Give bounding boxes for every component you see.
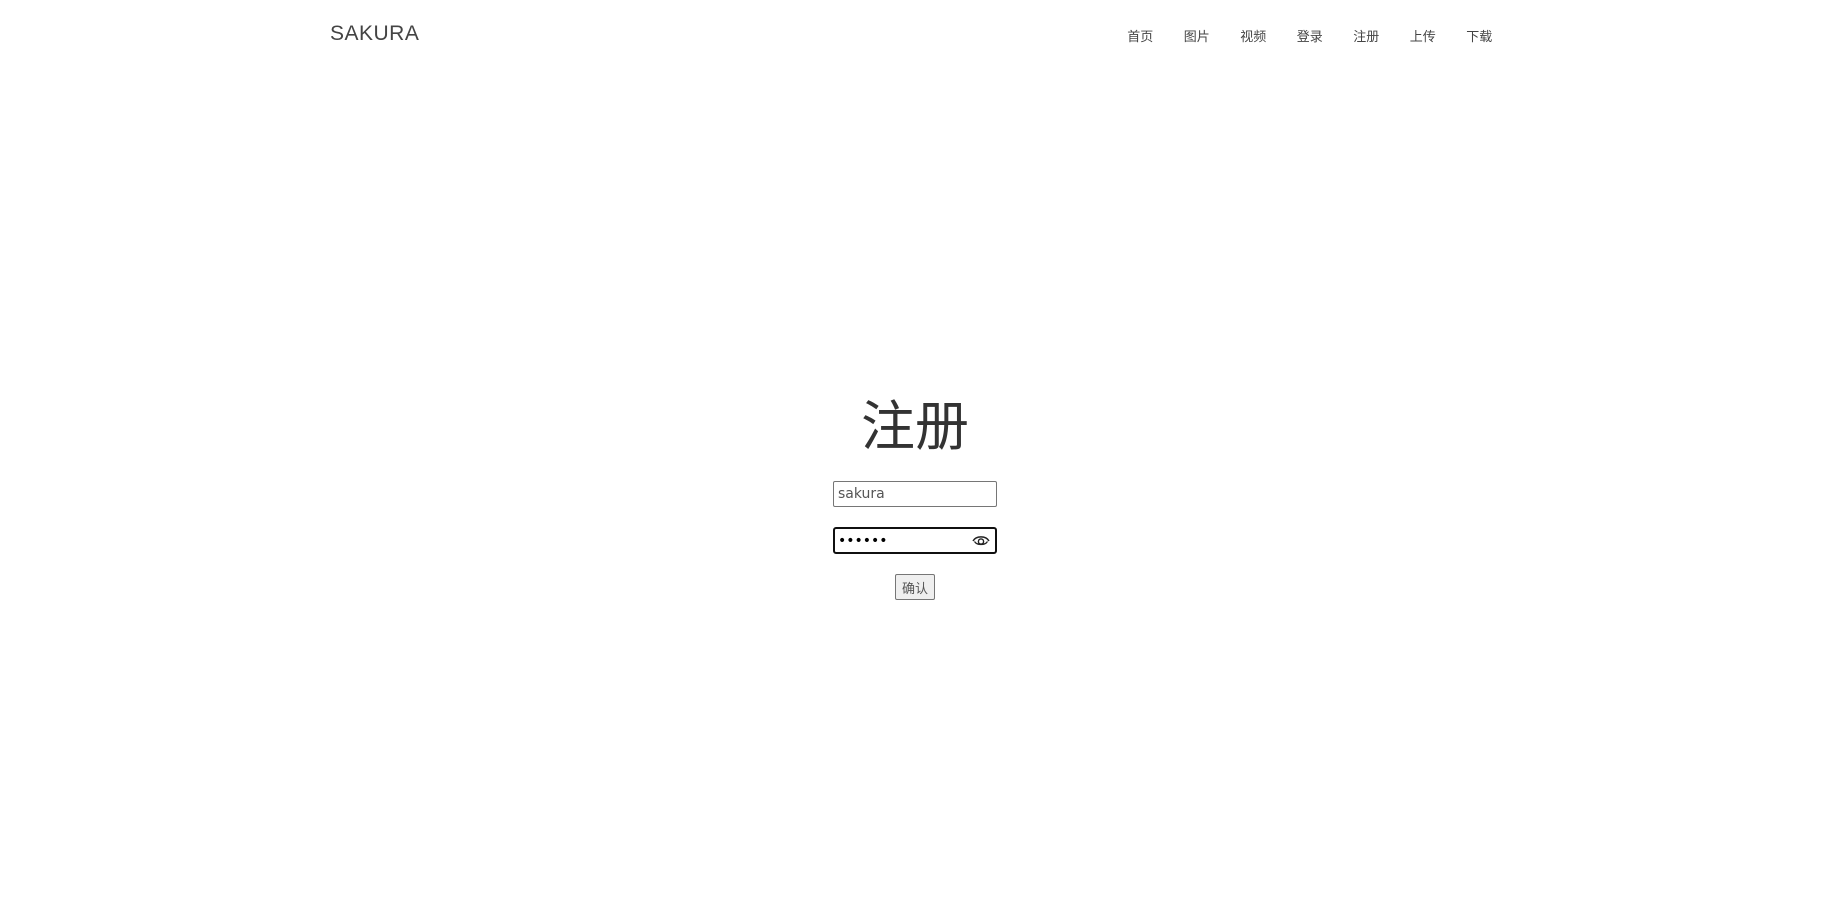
brand-logo-link[interactable]: SAKURA xyxy=(330,22,419,46)
nav-item-home[interactable]: 首页 xyxy=(1112,26,1169,45)
nav-item-register[interactable]: 注册 xyxy=(1338,26,1395,45)
nav-item-login[interactable]: 登录 xyxy=(1282,26,1339,45)
password-field[interactable] xyxy=(833,527,997,554)
register-form: 注册 确认 xyxy=(0,400,1830,600)
page-title: 注册 xyxy=(861,395,969,458)
confirm-button[interactable]: 确认 xyxy=(894,574,935,600)
username-input[interactable] xyxy=(833,481,997,507)
nav-item-videos[interactable]: 视频 xyxy=(1225,26,1282,45)
nav-item-upload[interactable]: 上传 xyxy=(1395,26,1452,45)
password-input[interactable] xyxy=(835,529,965,552)
eye-icon[interactable] xyxy=(972,533,990,547)
nav-menu: 首页 图片 视频 登录 注册 上传 下载 xyxy=(1112,26,1508,45)
nav-item-download[interactable]: 下载 xyxy=(1451,26,1508,45)
header: SAKURA 首页 图片 视频 登录 注册 上传 下载 xyxy=(0,0,1830,70)
nav-item-images[interactable]: 图片 xyxy=(1169,26,1226,45)
